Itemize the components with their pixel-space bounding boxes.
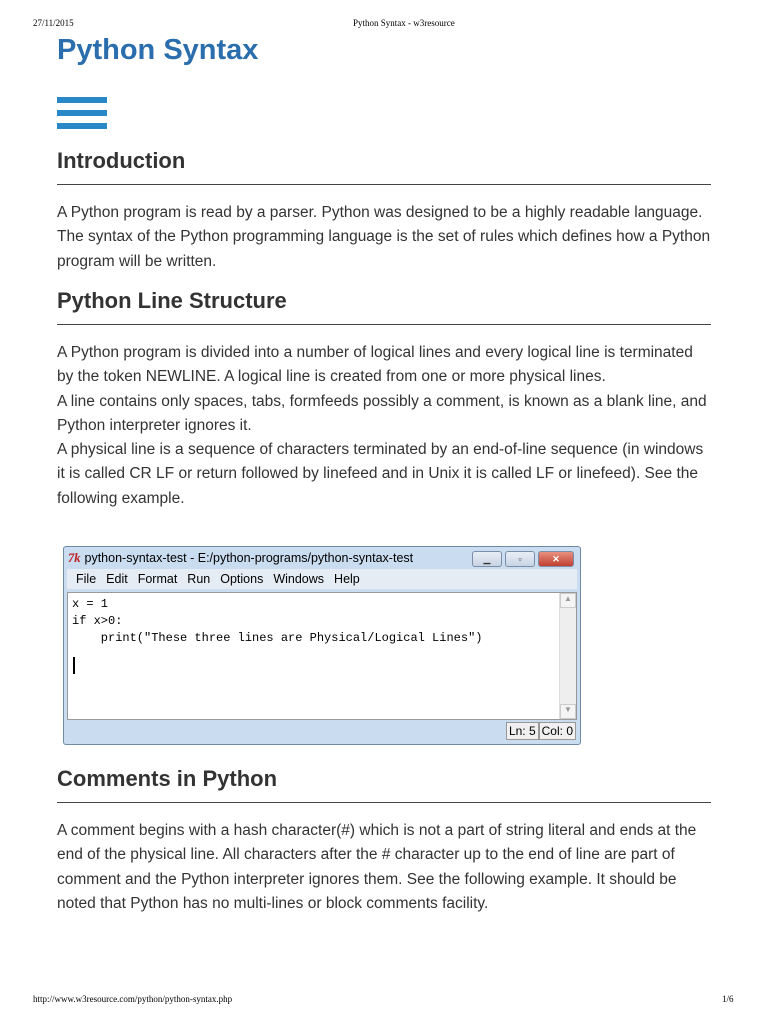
- menu-windows[interactable]: Windows: [268, 572, 329, 586]
- print-url: http://www.w3resource.com/python/python-…: [33, 994, 233, 1004]
- close-icon[interactable]: ✕: [538, 551, 574, 567]
- print-page-number: 1/6: [722, 994, 734, 1004]
- scroll-up-icon[interactable]: ▲: [560, 593, 576, 608]
- paragraph: A Python program is read by a parser. Py…: [57, 204, 711, 270]
- menu-format[interactable]: Format: [133, 572, 183, 586]
- code-text: x = 1 if x>0: print("These three lines a…: [72, 597, 483, 645]
- status-bar: Ln: 5 Col: 0: [505, 722, 576, 740]
- section-line-structure: Python Line Structure A Python program i…: [57, 286, 711, 511]
- section-heading: Introduction: [57, 146, 711, 185]
- window-title: python-syntax-test - E:/python-programs/…: [84, 551, 414, 565]
- section-comments: Comments in Python A comment begins with…: [57, 764, 711, 916]
- idle-editor-screenshot: 7k python-syntax-test - E:/python-program…: [63, 546, 581, 745]
- section-introduction: Introduction A Python program is read by…: [57, 146, 711, 274]
- paragraph: A comment begins with a hash character(#…: [57, 822, 697, 912]
- menu-run[interactable]: Run: [182, 572, 215, 586]
- maximize-icon[interactable]: ▫: [505, 551, 535, 567]
- scrollbar[interactable]: ▲ ▼: [559, 593, 576, 719]
- status-col: Col: 0: [538, 722, 576, 740]
- menu-bar: File Edit Format Run Options Windows Hel…: [67, 569, 577, 589]
- tk-logo-icon: 7k: [68, 550, 81, 565]
- print-date: 27/11/2015: [33, 18, 74, 28]
- section-heading: Python Line Structure: [57, 286, 711, 325]
- menu-edit[interactable]: Edit: [101, 572, 133, 586]
- status-line: Ln: 5: [505, 722, 539, 740]
- menu-options[interactable]: Options: [215, 572, 268, 586]
- paragraph: A line contains only spaces, tabs, formf…: [57, 392, 707, 434]
- menu-help[interactable]: Help: [329, 572, 365, 586]
- paragraph: A physical line is a sequence of charact…: [57, 441, 704, 507]
- code-editor[interactable]: x = 1 if x>0: print("These three lines a…: [67, 592, 577, 720]
- page-title: Python Syntax: [57, 34, 259, 66]
- hamburger-menu-icon[interactable]: [57, 97, 107, 133]
- scroll-down-icon[interactable]: ▼: [560, 704, 576, 719]
- section-heading: Comments in Python: [57, 764, 711, 803]
- print-title: Python Syntax - w3resource: [353, 18, 455, 28]
- minimize-icon[interactable]: ▁: [472, 551, 502, 567]
- text-caret: [73, 657, 75, 674]
- menu-file[interactable]: File: [71, 572, 101, 586]
- paragraph: A Python program is divided into a numbe…: [57, 344, 693, 386]
